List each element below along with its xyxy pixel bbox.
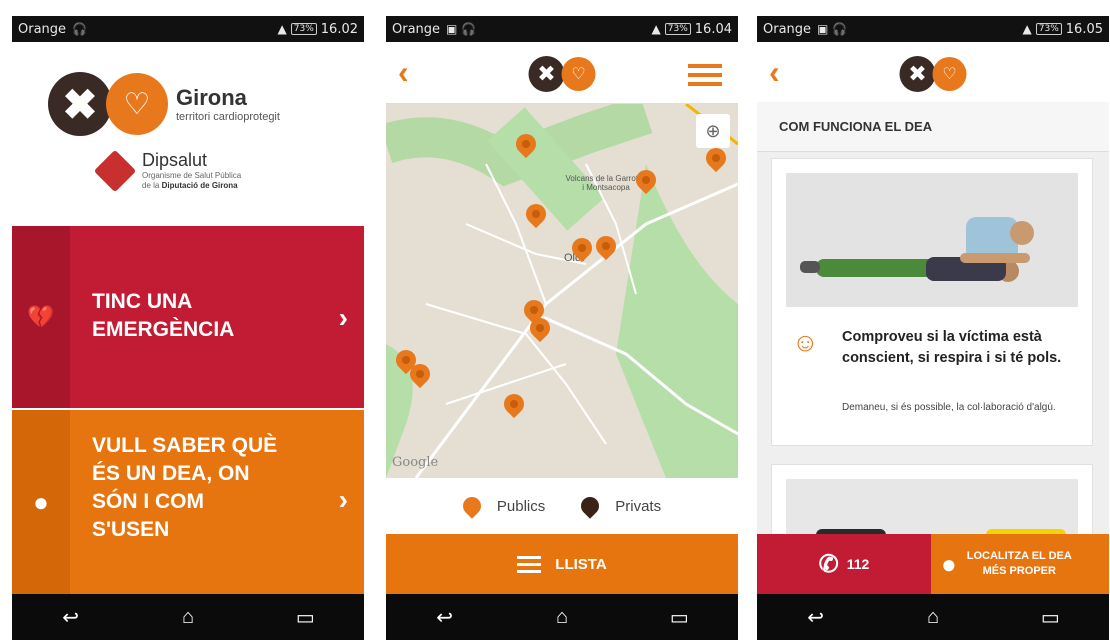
cross-logo-icon: ✖ bbox=[528, 56, 565, 92]
step-title: Comproveu si la víctima està conscient, … bbox=[842, 329, 1062, 366]
android-nav-bar: ↩ ⌂ ▭ bbox=[757, 594, 1109, 640]
legend-public: Publics bbox=[496, 497, 546, 515]
app-logo: ✖ ♡ Girona territori cardioprotegit bbox=[48, 72, 280, 136]
nav-back-icon[interactable]: ↩ bbox=[425, 605, 465, 630]
signal-icon: ▲ bbox=[651, 22, 661, 36]
step-description: Demaneu, si és possible, la col·laboraci… bbox=[842, 402, 1056, 413]
image-icon: ▣ bbox=[446, 22, 458, 36]
dea-map[interactable]: Volcans de la Garrotxa i Montsacopa Olot… bbox=[386, 104, 738, 478]
info-label-line-2: ÉS UN DEA, ON bbox=[92, 462, 250, 485]
location-pin-icon: ● bbox=[12, 410, 70, 594]
locate-label-line-2: MÉS PROPER bbox=[982, 565, 1056, 577]
battery-indicator: 73% bbox=[664, 23, 691, 35]
status-bar: Orange ▣ 🎧 ▲ 73% 16.04 bbox=[386, 16, 738, 42]
logo-city: Girona bbox=[176, 85, 247, 110]
dipsalut-mark-icon bbox=[93, 149, 137, 192]
signal-icon: ▲ bbox=[1022, 22, 1032, 36]
private-pin-icon bbox=[577, 493, 603, 519]
heart-pulse-logo-icon: ♡ bbox=[932, 57, 967, 91]
emergency-label-line-1: TINC UNA bbox=[92, 290, 193, 313]
broken-heart-icon: 💔 bbox=[12, 226, 70, 408]
legend-private: Privats bbox=[615, 497, 662, 515]
back-arrow-icon[interactable]: ‹ bbox=[398, 54, 409, 91]
app-bar: ‹ ✖ ♡ bbox=[757, 42, 1109, 102]
public-pin-icon bbox=[459, 493, 485, 519]
org-line-2-prefix: de la bbox=[142, 181, 160, 190]
clock-time: 16.04 bbox=[694, 21, 732, 37]
app-logo: ✖ ♡ bbox=[528, 56, 596, 92]
nav-home-icon[interactable]: ⌂ bbox=[542, 606, 582, 629]
call-112-button[interactable]: ✆ 112 bbox=[757, 534, 931, 594]
cross-logo-icon: ✖ bbox=[899, 56, 936, 92]
info-label-line-4: S'USEN bbox=[92, 518, 170, 541]
org-line-1: Organisme de Salut Pública bbox=[142, 171, 242, 180]
list-button-label: LLISTA bbox=[555, 555, 607, 573]
list-icon bbox=[517, 552, 542, 577]
emergency-label-line-2: EMERGÈNCIA bbox=[92, 318, 235, 341]
chevron-right-icon: › bbox=[338, 484, 348, 515]
emergency-button[interactable]: 💔 TINC UNA EMERGÈNCIA › bbox=[12, 226, 364, 408]
android-nav-bar: ↩ ⌂ ▭ bbox=[12, 594, 364, 640]
phone-screen-home: Orange 🎧 ▲ 73% 16.02 ✖ ♡ Girona territor… bbox=[12, 16, 364, 640]
google-attribution: Google bbox=[392, 455, 439, 470]
check-victim-icon: ☺ bbox=[792, 327, 819, 357]
logo-subtitle: territori cardioprotegit bbox=[176, 111, 280, 123]
locate-label-line-1: LOCALITZA EL DEA bbox=[966, 550, 1072, 562]
nav-home-icon[interactable]: ⌂ bbox=[168, 606, 208, 629]
headphones-icon: 🎧 bbox=[832, 22, 848, 36]
cpr-illustration bbox=[786, 173, 1078, 307]
nav-home-icon[interactable]: ⌂ bbox=[913, 606, 953, 629]
dipsalut-logo: Dipsalut Organisme de Salut Pública de l… bbox=[93, 149, 242, 192]
heart-pulse-logo-icon: ♡ bbox=[106, 73, 168, 135]
phone-screen-map: Orange ▣ 🎧 ▲ 73% 16.04 ‹ ✖ ♡ Volcans de … bbox=[386, 16, 738, 640]
carrier-name: Orange bbox=[392, 21, 441, 37]
learn-about-dea-button[interactable]: ● VULL SABER QUÈ ÉS UN DEA, ON SÓN I COM… bbox=[12, 410, 364, 594]
section-title: COM FUNCIONA EL DEA bbox=[757, 102, 1109, 152]
phone-screen-how-it-works: Orange ▣ 🎧 ▲ 73% 16.05 ‹ ✖ ♡ COM FUNCION… bbox=[757, 16, 1109, 640]
clock-time: 16.02 bbox=[320, 21, 358, 37]
location-pin-icon: ● bbox=[941, 548, 957, 579]
list-view-button[interactable]: LLISTA bbox=[386, 534, 738, 594]
heart-pulse-logo-icon: ♡ bbox=[561, 57, 596, 91]
cross-logo-icon: ✖ bbox=[48, 72, 112, 136]
app-logo: ✖ ♡ bbox=[899, 56, 967, 92]
app-bar: ‹ ✖ ♡ bbox=[386, 42, 738, 104]
call-label: 112 bbox=[846, 556, 870, 572]
nav-back-icon[interactable]: ↩ bbox=[796, 605, 836, 630]
menu-icon[interactable] bbox=[688, 64, 722, 91]
locate-nearest-dea-button[interactable]: ● LOCALITZA EL DEA MÉS PROPER bbox=[931, 534, 1109, 594]
nav-recent-icon[interactable]: ▭ bbox=[285, 605, 325, 630]
signal-icon: ▲ bbox=[277, 22, 287, 36]
phone-icon: ✆ bbox=[818, 550, 839, 578]
map-legend: Publics Privats bbox=[386, 478, 738, 534]
android-nav-bar: ↩ ⌂ ▭ bbox=[386, 594, 738, 640]
status-bar: Orange ▣ 🎧 ▲ 73% 16.05 bbox=[757, 16, 1109, 42]
instruction-card: ☺ Comproveu si la víctima està conscient… bbox=[771, 158, 1093, 446]
carrier-name: Orange bbox=[763, 21, 812, 37]
app-header: ✖ ♡ Girona territori cardioprotegit Dips… bbox=[12, 42, 364, 226]
headphones-icon: 🎧 bbox=[461, 22, 477, 36]
image-icon: ▣ bbox=[817, 22, 829, 36]
back-arrow-icon[interactable]: ‹ bbox=[769, 54, 780, 91]
org-name: Dipsalut bbox=[142, 150, 208, 170]
nav-recent-icon[interactable]: ▭ bbox=[1030, 605, 1070, 630]
headphones-icon: 🎧 bbox=[72, 22, 87, 36]
my-location-icon[interactable]: ⊕ bbox=[696, 114, 730, 148]
battery-indicator: 73% bbox=[290, 23, 317, 35]
clock-time: 16.05 bbox=[1065, 21, 1103, 37]
chevron-right-icon: › bbox=[338, 302, 348, 333]
info-label-line-3: SÓN I COM bbox=[92, 490, 205, 513]
status-bar: Orange 🎧 ▲ 73% 16.02 bbox=[12, 16, 364, 42]
info-label-line-1: VULL SABER QUÈ bbox=[92, 434, 278, 457]
nav-recent-icon[interactable]: ▭ bbox=[659, 605, 699, 630]
battery-indicator: 73% bbox=[1035, 23, 1062, 35]
nav-back-icon[interactable]: ↩ bbox=[51, 605, 91, 630]
map-roads bbox=[386, 104, 738, 478]
carrier-name: Orange bbox=[18, 21, 67, 37]
org-line-2-bold: Diputació de Girona bbox=[161, 181, 238, 190]
